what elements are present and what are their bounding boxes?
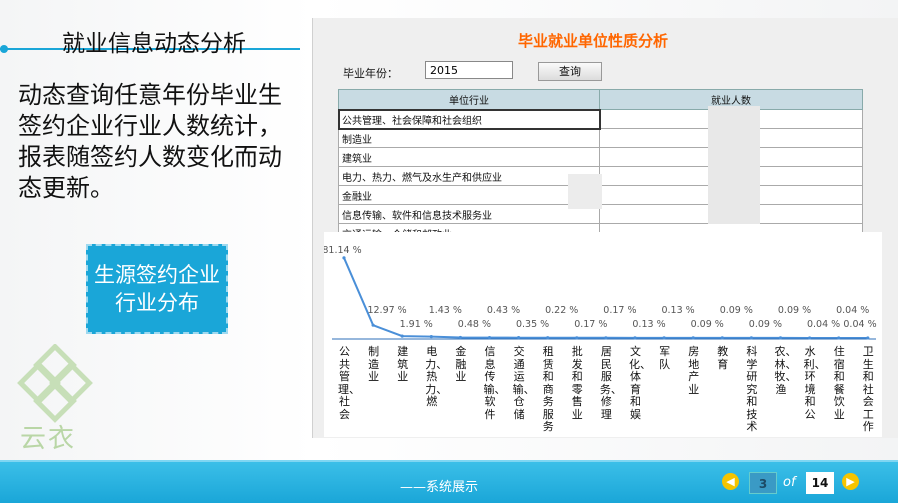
table-row[interactable]: 公共管理、社会保障和社会组织 <box>337 108 863 130</box>
footer-bar: ——系统展示 ◀ 3 of 14 ▶ <box>0 460 898 503</box>
data-label: 0.04 % <box>807 319 840 330</box>
data-point[interactable] <box>837 336 841 340</box>
data-label: 0.09 % <box>778 305 811 316</box>
slide-title: 就业信息动态分析 <box>62 31 246 57</box>
x-tick-label: 建筑业 <box>397 345 409 383</box>
data-point[interactable] <box>778 336 783 340</box>
data-point[interactable] <box>371 323 375 327</box>
table-cell[interactable]: 金融业 <box>338 185 600 205</box>
industry-table: 单位行业 就业人数 公共管理、社会保障和社会组织 制造业 建筑业 电力、热力、燃… <box>337 89 863 243</box>
data-point[interactable] <box>604 336 608 340</box>
data-point[interactable] <box>517 336 521 340</box>
data-point[interactable] <box>633 336 637 340</box>
data-label: 0.09 % <box>691 319 724 330</box>
x-tick-label: 金融业 <box>455 345 467 383</box>
slide-description: 动态查询任意年份毕业生签约企业行业人数统计，报表随签约人数变化而动态更新。 <box>18 81 282 202</box>
chevron-right-icon[interactable]: ▶ <box>842 473 859 490</box>
blurred-area <box>568 174 602 209</box>
data-label: 0.04 % <box>843 319 876 330</box>
footer-caption: ——系统展示 <box>400 480 479 495</box>
x-tick-label: 公共管理、社会 <box>338 345 360 421</box>
data-label: 0.13 % <box>661 305 694 316</box>
table-cell[interactable]: 电力、热力、燃气及水生产和供应业 <box>338 166 600 186</box>
x-tick-label: 交通运输、仓储 <box>512 345 535 421</box>
data-label: 0.22 % <box>545 305 578 316</box>
data-point[interactable] <box>458 335 462 340</box>
logo-text: 云衣 <box>20 424 77 454</box>
data-point[interactable] <box>808 336 812 340</box>
x-tick-label: 住宿和餐饮业 <box>833 345 845 421</box>
app-title: 毕业就业单位性质分析 <box>518 32 669 50</box>
data-point[interactable] <box>487 335 492 340</box>
x-tick-label: 居民服务、修理 <box>599 345 622 421</box>
table-row[interactable]: 建筑业 <box>338 147 863 167</box>
column-header-industry[interactable]: 单位行业 <box>338 89 600 110</box>
x-tick-label: 批发和零售业 <box>571 345 583 421</box>
x-tick-label: 教育 <box>717 345 729 371</box>
data-point[interactable] <box>546 336 550 340</box>
blurred-values <box>708 106 760 224</box>
page-of-label: of <box>783 475 796 490</box>
chevron-left-icon[interactable]: ◀ <box>722 473 739 490</box>
x-tick-label: 农、林、牧、渔 <box>774 345 797 396</box>
data-label: 0.09 % <box>749 319 782 330</box>
x-tick-label: 军队 <box>659 345 671 371</box>
data-label: 12.97 % <box>367 305 406 316</box>
table-cell[interactable]: 制造业 <box>338 128 600 148</box>
data-point[interactable] <box>691 336 695 340</box>
data-point[interactable] <box>866 336 870 340</box>
x-tick-label: 卫生和社会工作 <box>862 345 874 433</box>
data-label: 81.14 % <box>324 245 362 256</box>
table-cell[interactable]: 信息传输、软件和信息技术服务业 <box>338 204 600 224</box>
data-point[interactable] <box>575 336 579 340</box>
data-point[interactable] <box>400 334 404 338</box>
year-input[interactable] <box>425 61 513 79</box>
section-tag: 生源签约企业行业分布 <box>86 244 228 334</box>
table-cell[interactable]: 公共管理、社会保障和社会组织 <box>337 108 601 130</box>
data-label: 0.17 % <box>574 319 607 330</box>
data-label: 0.09 % <box>720 305 753 316</box>
page-total: 14 <box>806 472 834 494</box>
data-point[interactable] <box>749 336 753 340</box>
year-label: 毕业年份： <box>343 67 398 80</box>
x-tick-label: 信息传输、软件 <box>483 345 506 421</box>
x-tick-label: 水利、环境和公 <box>803 345 826 421</box>
data-label: 0.17 % <box>603 305 636 316</box>
data-label: 0.43 % <box>487 305 520 316</box>
data-point[interactable] <box>342 256 346 260</box>
data-label: 0.13 % <box>632 319 665 330</box>
current-page-input[interactable]: 3 <box>749 472 777 494</box>
x-tick-label: 电力、热力、燃 <box>425 345 448 408</box>
x-tick-label: 租赁和商务服务 <box>542 345 554 433</box>
x-tick-label: 房地产业 <box>688 345 700 396</box>
data-label: 0.48 % <box>458 319 491 330</box>
x-tick-label: 文化、体育和娱 <box>629 345 651 421</box>
data-point[interactable] <box>662 336 666 340</box>
query-button[interactable]: 查询 <box>538 62 602 81</box>
data-point[interactable] <box>429 334 433 339</box>
x-tick-label: 制造业 <box>368 345 380 383</box>
data-label: 1.91 % <box>400 319 433 330</box>
industry-line-chart: 81.14 % 12.97 % 1.91 % 1.43 % 0.48 % 0.43 % 0.… <box>324 232 882 437</box>
table-row[interactable]: 制造业 <box>338 128 863 148</box>
data-label: 1.43 % <box>429 305 462 316</box>
data-label: 0.35 % <box>516 319 549 330</box>
data-point[interactable] <box>720 336 724 340</box>
x-tick-label: 科学研究和技术 <box>746 345 758 433</box>
table-cell[interactable]: 建筑业 <box>338 147 600 167</box>
data-label: 0.04 % <box>836 305 869 316</box>
